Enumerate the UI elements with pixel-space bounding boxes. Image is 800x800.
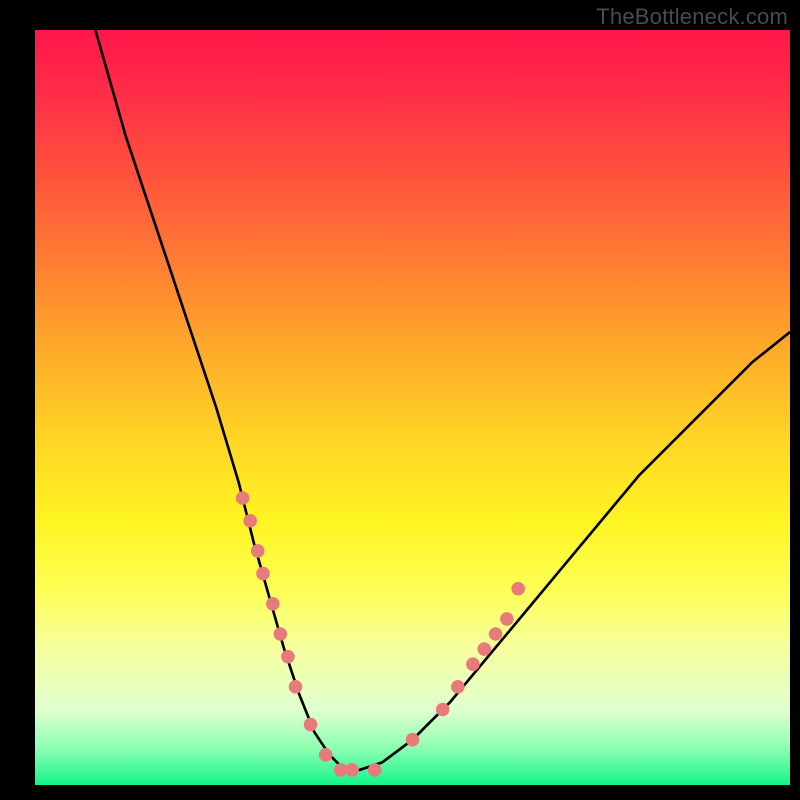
marker-point [243, 514, 257, 528]
marker-point [304, 718, 318, 732]
marker-point [477, 642, 491, 656]
marker-point [368, 763, 382, 777]
marker-point [251, 544, 265, 558]
marker-group [236, 491, 525, 776]
marker-point [319, 748, 333, 762]
marker-point [236, 491, 250, 505]
marker-point [406, 733, 420, 747]
marker-point [281, 650, 295, 664]
marker-point [334, 763, 348, 777]
bottleneck-curve [95, 30, 790, 770]
watermark-text: TheBottleneck.com [596, 4, 788, 30]
marker-point [266, 597, 280, 611]
marker-point [274, 627, 288, 641]
marker-point [289, 680, 303, 694]
plot-area [35, 30, 790, 785]
marker-point [511, 582, 525, 596]
chart-frame: TheBottleneck.com [0, 0, 800, 800]
marker-point [345, 763, 359, 777]
marker-point [436, 703, 450, 717]
curve-svg [35, 30, 790, 785]
marker-point [451, 680, 465, 694]
marker-point [489, 627, 503, 641]
marker-point [256, 567, 270, 581]
marker-point [466, 657, 480, 671]
marker-point [500, 612, 514, 626]
